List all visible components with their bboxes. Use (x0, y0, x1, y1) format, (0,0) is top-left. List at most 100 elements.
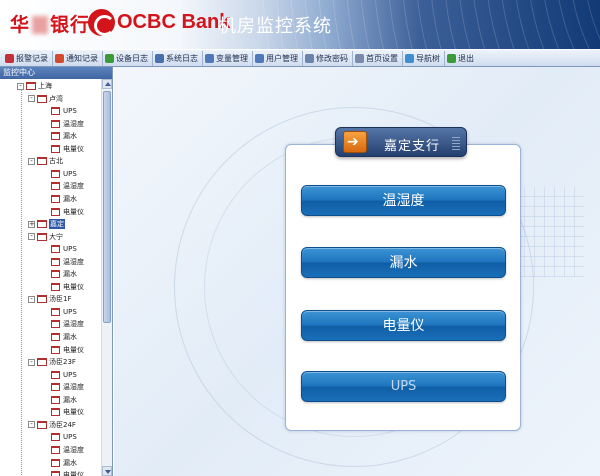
toolbar-item-nav-tree[interactable]: 导航树 (403, 50, 445, 66)
device-icon (51, 458, 60, 467)
tree-node-branch[interactable]: + 嘉定 (28, 218, 65, 230)
collapse-icon[interactable]: - (28, 358, 35, 366)
bank-name-cn-left: 华 (10, 14, 31, 36)
expand-icon[interactable]: + (28, 220, 35, 228)
tree-node-device[interactable]: 温湿度 (51, 118, 84, 130)
tree-node-device[interactable]: UPS (51, 369, 77, 381)
tree-node-device[interactable]: 电量仪 (51, 281, 84, 293)
bank-name-cn: 华银行 (10, 10, 90, 37)
device-icon (51, 395, 60, 404)
app-title: 机房监控系统 (218, 16, 332, 37)
scroll-up-icon[interactable] (102, 79, 112, 89)
toolbar-item-system-log[interactable]: 系统日志 (153, 50, 203, 66)
collapse-icon[interactable]: - (28, 233, 35, 241)
exit-icon (447, 53, 456, 63)
scroll-down-icon[interactable] (102, 466, 112, 476)
tree-node-label: UPS (63, 370, 77, 379)
device-icon (51, 132, 60, 141)
tree-node-label: 电量仪 (63, 207, 84, 216)
tree-node-label: 温湿度 (63, 383, 84, 392)
tree-node-label: 电量仪 (63, 282, 84, 291)
tree-node-branch[interactable]: - 汤臣24F (28, 419, 76, 431)
toolbar-item-password[interactable]: 修改密码 (303, 50, 353, 66)
tree-node-label: 汤臣24F (49, 420, 76, 429)
sidebar-scrollbar[interactable] (101, 79, 112, 476)
sidebar: 监控中心 - 上海 - 卢湾 UPS 温湿度 漏水 电量仪 - 古北 UPS 温湿度 漏水 电量仪 + 嘉定 -… (0, 67, 113, 476)
device-icon (51, 182, 60, 191)
device-icon (51, 445, 60, 454)
tree-node-device[interactable]: 漏水 (51, 268, 77, 280)
collapse-icon[interactable]: - (28, 421, 35, 429)
tree-node-branch[interactable]: - 汤臣1F (28, 293, 71, 305)
collapse-icon[interactable]: - (28, 295, 35, 303)
humidity-temperature-button[interactable]: 温湿度 (301, 185, 506, 216)
tree-node-device[interactable]: 温湿度 (51, 318, 84, 330)
tree-node-device[interactable]: 电量仪 (51, 206, 84, 218)
toolbar-item-exit[interactable]: 退出 (445, 51, 478, 66)
tree-node-device[interactable]: UPS (51, 168, 77, 180)
toolbar-item-tools[interactable]: 首页设置 (353, 50, 403, 66)
tree-node-device[interactable]: UPS (51, 105, 77, 117)
toolbar-item-label: 首页设置 (366, 53, 398, 63)
ups-button[interactable]: UPS (301, 371, 506, 402)
user-icon (255, 53, 264, 63)
tree-node-device[interactable]: UPS (51, 243, 77, 255)
tree-node-device[interactable]: 漏水 (51, 130, 77, 142)
scroll-thumb[interactable] (103, 91, 111, 323)
tree-node-label: 汤臣1F (49, 295, 72, 304)
tree-node-label: UPS (63, 107, 77, 116)
tree-node-label: 电量仪 (63, 345, 84, 354)
device-icon (51, 245, 60, 254)
tree-node-label: UPS (63, 169, 77, 178)
collapse-icon[interactable]: - (28, 157, 35, 165)
arrow-right-icon (343, 131, 367, 153)
tree-node-device[interactable]: 温湿度 (51, 256, 84, 268)
tree-node-device[interactable]: 漏水 (51, 331, 77, 343)
toolbar-item-device-log[interactable]: 设备日志 (103, 50, 153, 66)
tree-node-branch[interactable]: - 古北 (28, 155, 63, 167)
folder-icon (37, 295, 47, 304)
tree-node-device[interactable]: 电量仪 (51, 344, 84, 356)
device-icon (51, 169, 60, 178)
tree-node-label: 汤臣23F (49, 358, 76, 367)
tree-node-label: 电量仪 (63, 408, 84, 417)
water-leak-button[interactable]: 漏水 (301, 247, 506, 278)
device-icon (51, 320, 60, 329)
tree-node-label: 漏水 (63, 333, 77, 341)
tree-node-device[interactable]: 漏水 (51, 193, 77, 205)
tree-node-device[interactable]: 电量仪 (51, 406, 84, 418)
tree-node-root[interactable]: - 上海 (17, 80, 52, 92)
folder-icon (37, 157, 47, 166)
device-icon (51, 194, 60, 203)
toolbar-item-notice[interactable]: 通知记录 (53, 50, 103, 66)
tree-node-label: 温湿度 (63, 257, 84, 266)
folder-icon (37, 220, 47, 229)
collapse-icon[interactable]: - (28, 95, 35, 103)
toolbar-item-user[interactable]: 用户管理 (253, 50, 303, 66)
toolbar-item-label: 设备日志 (116, 53, 148, 63)
device-icon (51, 282, 60, 291)
tree-node-device[interactable]: 电量仪 (51, 143, 84, 155)
tree-node-device[interactable]: 温湿度 (51, 381, 84, 393)
tree-node-device[interactable]: UPS (51, 431, 77, 443)
tree-node-device[interactable]: 温湿度 (51, 444, 84, 456)
device-icon (51, 333, 60, 341)
tree-node-device[interactable]: 漏水 (51, 457, 77, 469)
device-icon (51, 107, 60, 116)
tree-node-device[interactable]: UPS (51, 306, 77, 318)
tree-node-device[interactable]: 温湿度 (51, 180, 84, 192)
tree-node-branch[interactable]: - 卢湾 (28, 93, 63, 105)
toolbar-item-variable[interactable]: 变量管理 (203, 50, 253, 66)
tree-node-label: 电量仪 (63, 144, 84, 153)
power-meter-button[interactable]: 电量仪 (301, 310, 506, 341)
sidebar-title: 监控中心 (0, 67, 112, 79)
toolbar-item-label: 报警记录 (16, 53, 48, 63)
folder-icon (37, 358, 47, 367)
tree-node-device[interactable]: 漏水 (51, 394, 77, 406)
notice-icon (55, 53, 64, 63)
toolbar-item-alarm[interactable]: 报警记录 (3, 50, 53, 66)
tree-node-branch[interactable]: - 汤臣23F (28, 356, 76, 368)
branch-panel-header: 嘉定支行 (335, 127, 467, 157)
tree-node-branch[interactable]: - 大宁 (28, 231, 63, 243)
tree-node-device[interactable]: 电量仪 (51, 469, 84, 476)
